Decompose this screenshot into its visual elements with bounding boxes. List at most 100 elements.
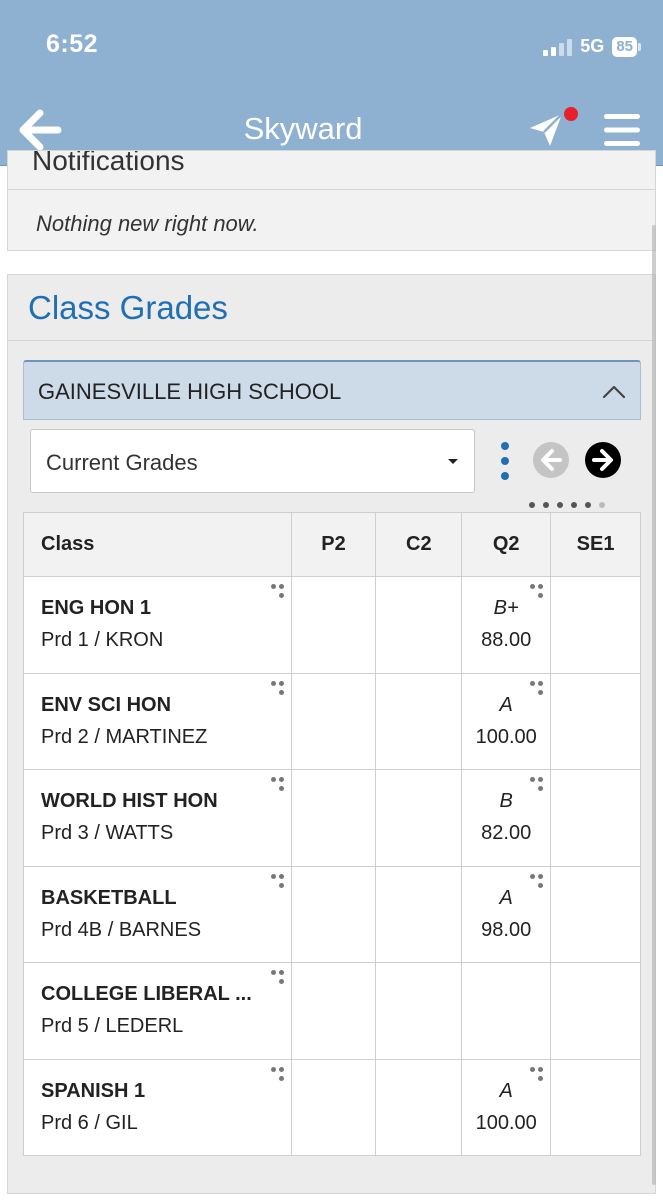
grade-cell-se1: [550, 576, 641, 674]
grade-cell-c2: [375, 576, 463, 674]
status-indicators: 5G 85: [543, 36, 641, 57]
grade-cell-q2: [461, 962, 552, 1060]
grade-score: 100.00: [475, 725, 537, 748]
class-period: Prd 1 / KRON: [41, 629, 164, 651]
class-name: SPANISH 1: [41, 1079, 146, 1102]
column-header[interactable]: SE1: [550, 512, 641, 577]
school-name: GAINESVILLE HIGH SCHOOL: [38, 379, 342, 404]
grade-cell-c2: [375, 865, 463, 963]
grade-letter: A: [499, 1079, 513, 1102]
class-cell[interactable]: ENV SCI HON Prd 2 / MARTINEZ: [23, 672, 292, 770]
notifications-panel: Notifications Nothing new right now.: [7, 150, 656, 251]
vertical-dots-icon[interactable]: [499, 441, 511, 481]
chevron-up-icon[interactable]: [602, 384, 626, 400]
table-row: ENV SCI HON Prd 2 / MARTINEZ A 100.00: [23, 672, 641, 770]
more-dots-icon[interactable]: [270, 873, 285, 890]
grade-score: 100.00: [475, 1111, 537, 1134]
app-title: Skyward: [243, 111, 363, 146]
grade-cell-q2[interactable]: A 100.00: [461, 1058, 552, 1156]
page-scrollbar[interactable]: [652, 225, 656, 1185]
school-accordion-header[interactable]: GAINESVILLE HIGH SCHOOL: [23, 360, 641, 420]
grade-cell-q2[interactable]: B+ 88.00: [461, 576, 552, 674]
class-grades-title: Class Grades: [28, 289, 228, 326]
class-cell[interactable]: SPANISH 1 Prd 6 / GIL: [23, 1058, 292, 1156]
more-dots-icon[interactable]: [530, 1066, 544, 1083]
class-cell[interactable]: COLLEGE LIBERAL ... Prd 5 / LEDERL: [23, 962, 292, 1060]
notification-badge: [564, 107, 578, 121]
grade-cell-se1: [550, 1058, 641, 1156]
grade-cell-q2[interactable]: A 100.00: [461, 672, 552, 770]
grade-letter: B: [499, 790, 513, 812]
more-dots-icon[interactable]: [270, 970, 285, 986]
grade-cell-p2: [290, 865, 377, 963]
grade-cell-p2: [290, 672, 377, 770]
grade-letter: A: [499, 693, 513, 716]
notifications-empty-message: Nothing new right now.: [36, 211, 259, 236]
more-dots-icon[interactable]: [270, 1066, 285, 1083]
more-dots-icon[interactable]: [270, 777, 285, 793]
class-period: Prd 3 / WATTS: [41, 822, 174, 844]
grade-cell-c2: [375, 1058, 463, 1156]
class-name: ENV SCI HON: [41, 693, 172, 716]
grade-cell-se1: [550, 865, 641, 963]
class-cell[interactable]: ENG HON 1 Prd 1 / KRON: [23, 576, 292, 674]
signal-icon: [543, 38, 573, 56]
more-dots-icon[interactable]: [530, 584, 544, 600]
grade-cell-q2[interactable]: A 98.00: [461, 865, 552, 963]
grade-cell-c2: [375, 769, 463, 867]
class-period: Prd 4B / BARNES: [41, 918, 202, 941]
class-name: ENG HON 1: [41, 597, 152, 619]
column-header[interactable]: C2: [375, 512, 463, 577]
grade-score: 98.00: [481, 918, 532, 941]
grade-score: 82.00: [481, 822, 532, 844]
app-header: 6:52 5G 85 Skyward: [0, 0, 663, 166]
network-label: 5G: [580, 36, 605, 56]
grade-cell-p2: [290, 1058, 377, 1156]
more-dots-icon[interactable]: [530, 777, 544, 793]
more-dots-icon[interactable]: [270, 680, 285, 697]
divider: [8, 340, 655, 341]
status-time: 6:52: [46, 30, 99, 58]
more-dots-icon[interactable]: [270, 584, 285, 600]
paper-plane-icon[interactable]: [526, 110, 566, 150]
table-row: COLLEGE LIBERAL ... Prd 5 / LEDERL: [23, 962, 641, 1060]
table-row: SPANISH 1 Prd 6 / GIL A 100.00: [23, 1058, 641, 1156]
column-header[interactable]: Class: [23, 512, 292, 577]
grade-cell-p2: [290, 769, 377, 867]
grade-cell-se1: [550, 672, 641, 770]
column-header[interactable]: P2: [290, 512, 377, 577]
grade-letter: B+: [493, 597, 519, 619]
class-cell[interactable]: WORLD HIST HON Prd 3 / WATTS: [23, 769, 292, 867]
class-period: Prd 5 / LEDERL: [41, 1015, 184, 1037]
battery-level: 85: [612, 36, 637, 57]
grade-cell-q2[interactable]: B 82.00: [461, 769, 552, 867]
grade-cell-se1: [550, 962, 641, 1060]
grades-table: Class P2 C2 Q2 SE1 ENG HON 1 Prd 1 / KRO…: [23, 512, 641, 1156]
class-period: Prd 6 / GIL: [41, 1111, 138, 1134]
class-period: Prd 2 / MARTINEZ: [41, 725, 208, 748]
more-dots-icon[interactable]: [530, 873, 544, 890]
table-row: WORLD HIST HON Prd 3 / WATTS B 82.00: [23, 769, 641, 867]
battery-icon: 85: [612, 36, 641, 57]
column-header[interactable]: Q2: [461, 512, 552, 577]
grade-letter: A: [499, 886, 513, 909]
more-dots-icon[interactable]: [530, 680, 544, 697]
notifications-title: Notifications: [32, 150, 185, 176]
grade-cell-p2: [290, 576, 377, 674]
class-name: COLLEGE LIBERAL ...: [41, 983, 252, 1005]
grade-cell-se1: [550, 769, 641, 867]
divider: [8, 189, 655, 190]
pagination-dots: [529, 502, 605, 508]
grade-view-value: Current Grades: [46, 450, 198, 475]
class-name: BASKETBALL: [41, 886, 177, 909]
grade-view-dropdown[interactable]: Current Grades: [30, 429, 475, 493]
arrow-left-circle-icon[interactable]: [532, 441, 570, 479]
table-row: ENG HON 1 Prd 1 / KRON B+ 88.00: [23, 576, 641, 674]
arrow-right-circle-icon[interactable]: [584, 441, 622, 479]
hamburger-menu-icon[interactable]: [602, 112, 642, 148]
table-header-row: Class P2 C2 Q2 SE1: [23, 512, 641, 577]
caret-down-icon: [448, 459, 458, 464]
grade-score: 88.00: [481, 629, 532, 651]
table-row: BASKETBALL Prd 4B / BARNES A 98.00: [23, 865, 641, 963]
class-cell[interactable]: BASKETBALL Prd 4B / BARNES: [23, 865, 292, 963]
